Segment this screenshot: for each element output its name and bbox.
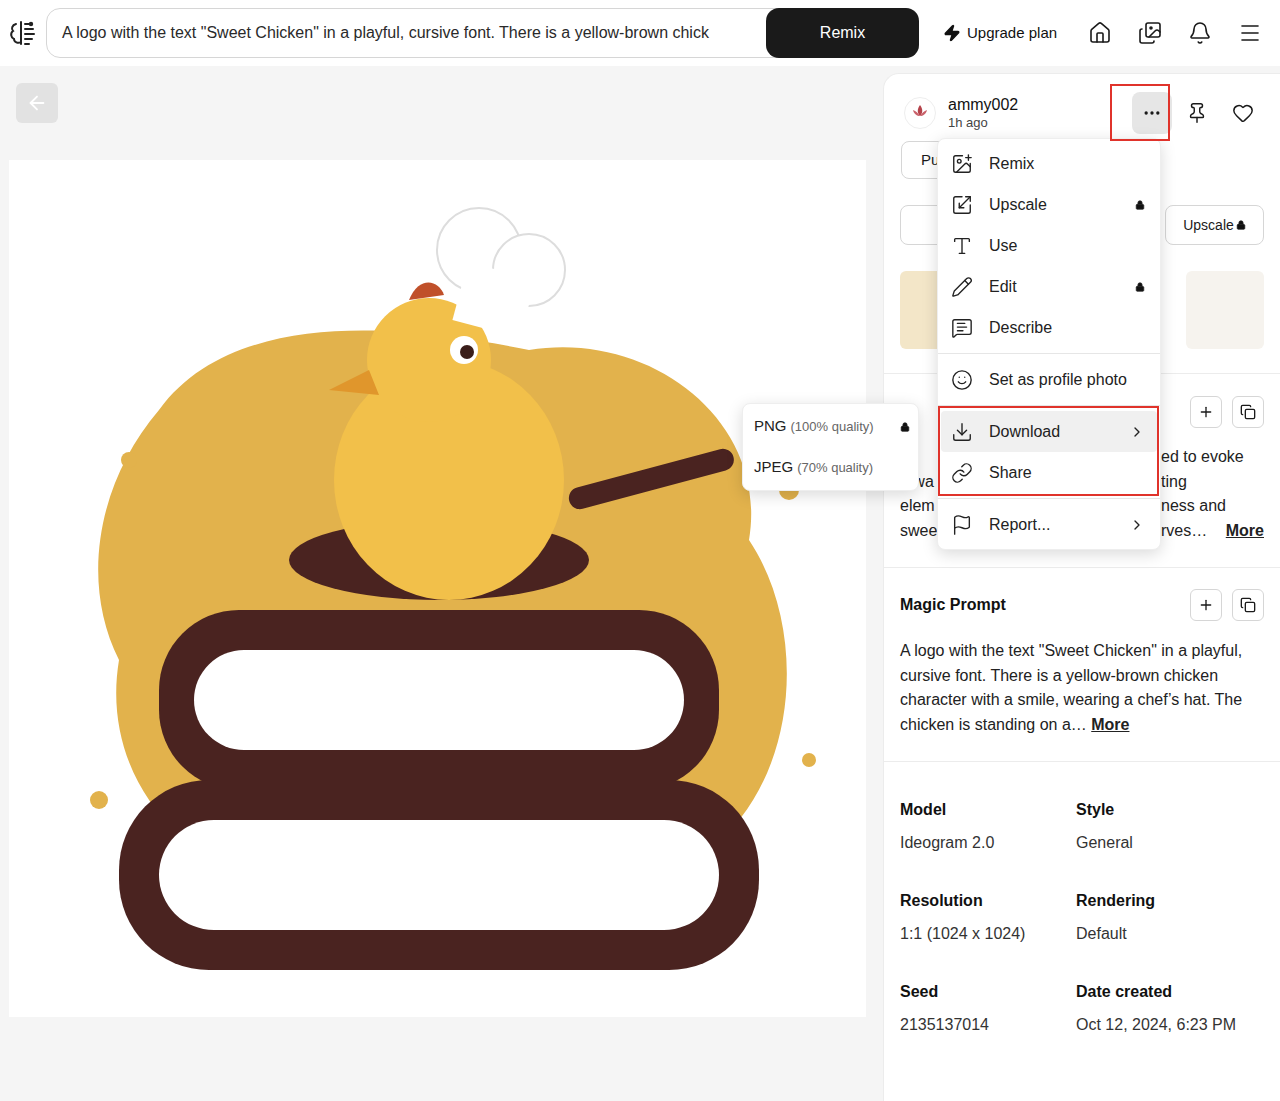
copy-icon: [1240, 597, 1256, 613]
ellipsis-icon: [1142, 103, 1162, 123]
chevron-right-icon: [1129, 517, 1145, 533]
detail-item: ModelIdeogram 2.0: [900, 800, 1076, 853]
copy-button[interactable]: [1232, 396, 1264, 428]
remix-button[interactable]: Remix: [766, 8, 919, 58]
lock-icon: [1236, 220, 1246, 230]
more-link[interactable]: More: [1091, 716, 1129, 733]
menu-item[interactable]: Remix: [941, 143, 1157, 184]
describe-icon: [951, 317, 973, 339]
avatar[interactable]: [904, 97, 936, 129]
menu-item[interactable]: Set as profile photo: [941, 359, 1157, 400]
copy-icon: [1240, 404, 1256, 420]
submenu-item[interactable]: PNG(100% quality): [743, 406, 918, 447]
home-icon[interactable]: [1088, 21, 1112, 45]
flag-icon: [951, 514, 973, 536]
plus-icon: [1198, 404, 1214, 420]
detail-item: Seed2135137014: [900, 982, 1076, 1035]
menu-separator: [938, 353, 1160, 354]
detail-item: Resolution1:1 (1024 x 1024): [900, 891, 1076, 944]
context-menu: RemixUpscaleUseEditDescribe Set as profil…: [937, 138, 1161, 550]
lock-icon: [900, 422, 910, 432]
lock-icon: [1135, 282, 1145, 292]
more-button[interactable]: [1132, 92, 1172, 134]
prompt-input[interactable]: A logo with the text "Sweet Chicken" in …: [47, 9, 767, 57]
upscale-button[interactable]: Upscale: [1165, 205, 1264, 245]
menu-item[interactable]: Use: [941, 225, 1157, 266]
remix-icon: [951, 153, 973, 175]
app: A logo with the text "Sweet Chicken" in …: [0, 0, 1280, 1101]
back-button[interactable]: [16, 83, 58, 123]
images-icon[interactable]: [1138, 21, 1162, 45]
arrow-left-icon: [26, 92, 48, 114]
image-area: [0, 66, 883, 1101]
menu-separator: [938, 498, 1160, 499]
thumbnail[interactable]: [1186, 271, 1264, 349]
author-name[interactable]: ammy002: [948, 95, 1018, 115]
pencil-icon: [951, 276, 973, 298]
bell-icon[interactable]: [1188, 21, 1212, 45]
post-time: 1h ago: [948, 115, 1018, 131]
pin-icon[interactable]: [1186, 102, 1208, 124]
chevron-right-icon: [1129, 424, 1145, 440]
link-icon: [951, 462, 973, 484]
avatar-lotus-icon: [909, 102, 931, 124]
menu-item[interactable]: Edit: [941, 266, 1157, 307]
add-button[interactable]: [1190, 589, 1222, 621]
copy-button[interactable]: [1232, 589, 1264, 621]
plus-icon: [1198, 597, 1214, 613]
hamburger-menu-icon[interactable]: [1238, 21, 1262, 45]
detail-item: Date createdOct 12, 2024, 6:23 PM: [1076, 982, 1264, 1035]
top-bar: A logo with the text "Sweet Chicken" in …: [0, 0, 1280, 66]
annotation-box: [938, 406, 1159, 496]
author-row: ammy0021h ago: [900, 92, 1264, 134]
magic-prompt-title: Magic Prompt: [900, 593, 1006, 617]
lightning-icon: [943, 24, 961, 42]
menu-item[interactable]: Report...: [941, 504, 1157, 545]
upscale-icon: [951, 194, 973, 216]
details-grid: ModelIdeogram 2.0StyleGeneralResolution1…: [900, 800, 1264, 1035]
ideogram-logo-icon[interactable]: [8, 18, 38, 48]
generated-image: [9, 160, 866, 1017]
menu-item[interactable]: Describe: [941, 307, 1157, 348]
prompt-bar[interactable]: A logo with the text "Sweet Chicken" in …: [46, 8, 919, 58]
add-button[interactable]: [1190, 396, 1222, 428]
heart-icon[interactable]: [1232, 102, 1254, 124]
download-submenu: PNG(100% quality)JPEG(70% quality): [742, 403, 919, 491]
magic-prompt-section: Magic Prompt A logo with the text "Sweet …: [900, 568, 1264, 737]
more-link[interactable]: More: [1226, 519, 1264, 544]
magic-prompt-text: A logo with the text "Sweet Chicken" in …: [900, 639, 1264, 737]
download-icon: [951, 421, 973, 443]
menu-item[interactable]: Upscale: [941, 184, 1157, 225]
menu-item[interactable]: Share: [941, 452, 1157, 493]
menu-item[interactable]: Download: [941, 411, 1157, 452]
upgrade-plan-button[interactable]: Upgrade plan: [943, 22, 1057, 45]
text-icon: [951, 235, 973, 257]
detail-item: StyleGeneral: [1076, 800, 1264, 853]
submenu-item[interactable]: JPEG(70% quality): [743, 447, 918, 488]
annotation-box: [1110, 84, 1170, 141]
detail-item: RenderingDefault: [1076, 891, 1264, 944]
smile-icon: [951, 369, 973, 391]
lock-icon: [1135, 200, 1145, 210]
